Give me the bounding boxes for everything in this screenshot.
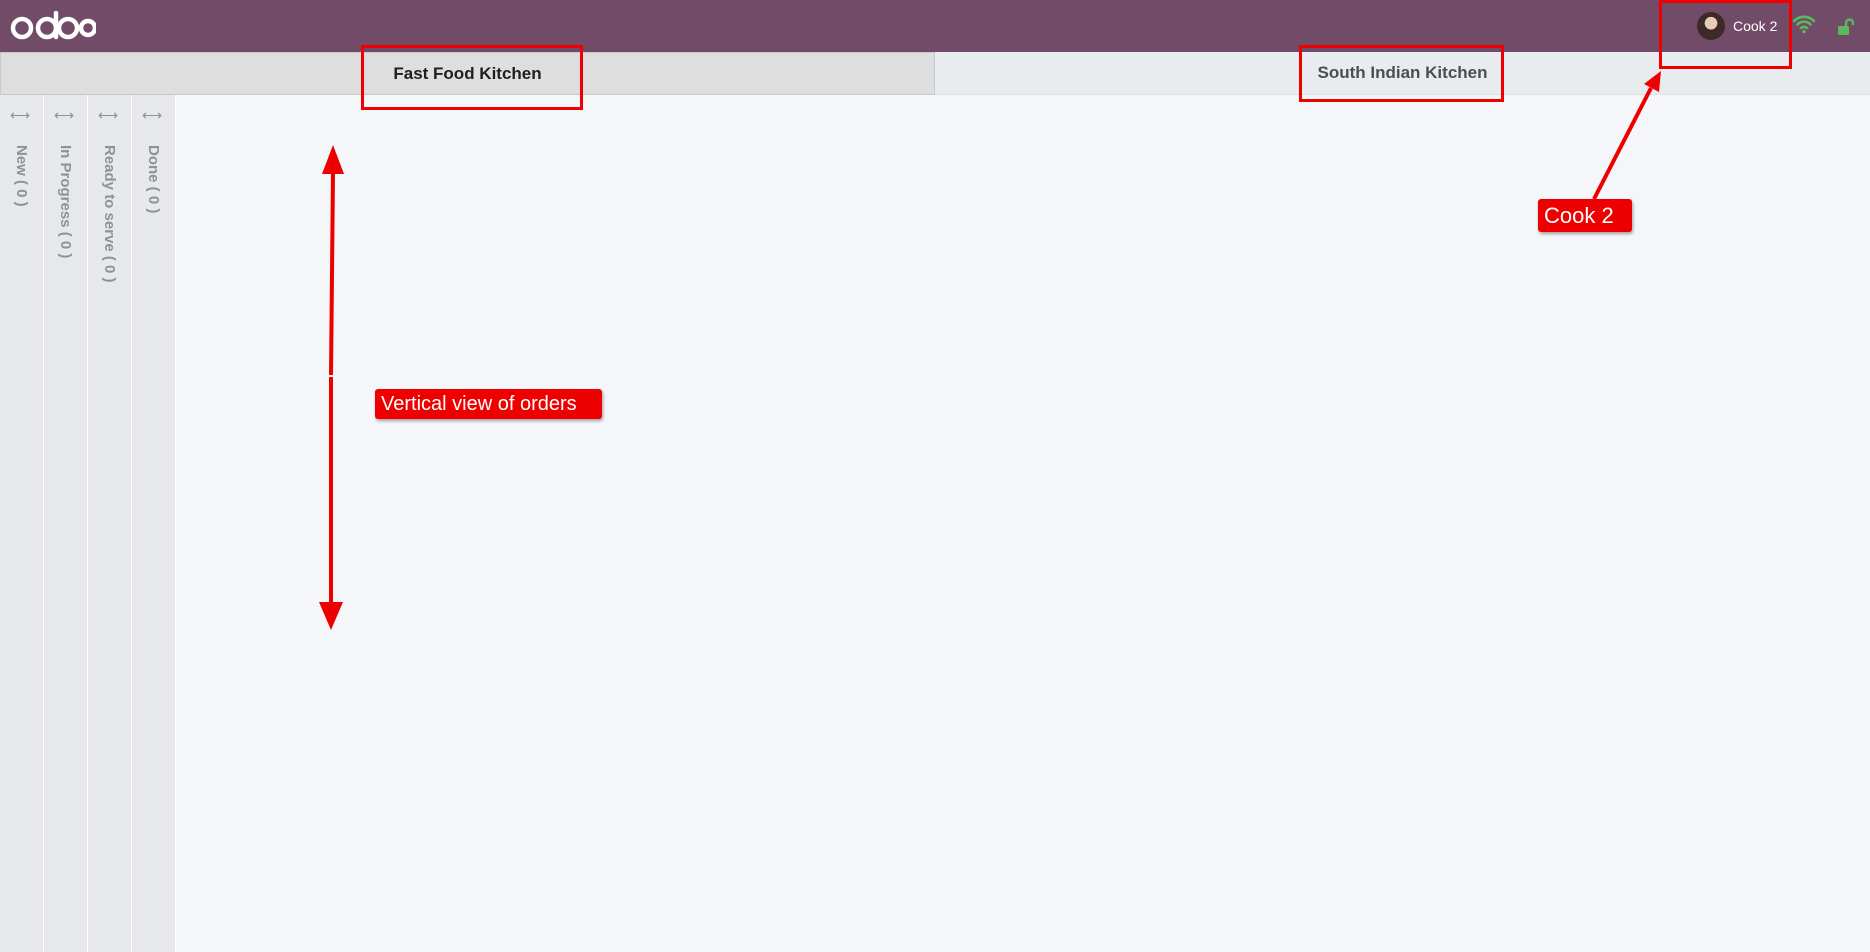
kitchen-tabs: Fast Food Kitchen South Indian Kitchen [0,52,1870,95]
column-new[interactable]: ⟷ New ( 0 ) [0,95,44,952]
annotation-box-south-indian [1299,45,1504,102]
annotation-arrows [319,71,1661,630]
top-navbar: Cook 2 [0,0,1870,52]
annotation-box-fast-food [361,45,583,110]
unlock-icon[interactable] [1837,18,1855,41]
expand-icon[interactable]: ⟷ [98,107,118,124]
column-done[interactable]: ⟷ Done ( 0 ) [132,95,176,952]
column-title: New ( 0 ) [13,145,30,207]
annotation-box-cook [1659,0,1792,69]
column-title: Ready to serve ( 0 ) [101,145,118,283]
column-in-progress[interactable]: ⟷ In Progress ( 0 ) [44,95,88,952]
odoo-logo-icon [10,11,96,40]
expand-icon[interactable]: ⟷ [10,107,30,124]
odoo-logo[interactable] [10,8,96,44]
annotation-label-vertical: Vertical view of orders [375,389,602,419]
order-columns: ⟷ New ( 0 ) ⟷ In Progress ( 0 ) ⟷ Ready … [0,95,176,952]
column-title: In Progress ( 0 ) [57,145,74,259]
column-ready-to-serve[interactable]: ⟷ Ready to serve ( 0 ) [88,95,132,952]
wifi-icon [1792,14,1816,39]
expand-icon[interactable]: ⟷ [142,107,162,124]
column-title: Done ( 0 ) [145,145,162,214]
annotation-label-cook: Cook 2 [1538,199,1632,232]
expand-icon[interactable]: ⟷ [54,107,74,124]
